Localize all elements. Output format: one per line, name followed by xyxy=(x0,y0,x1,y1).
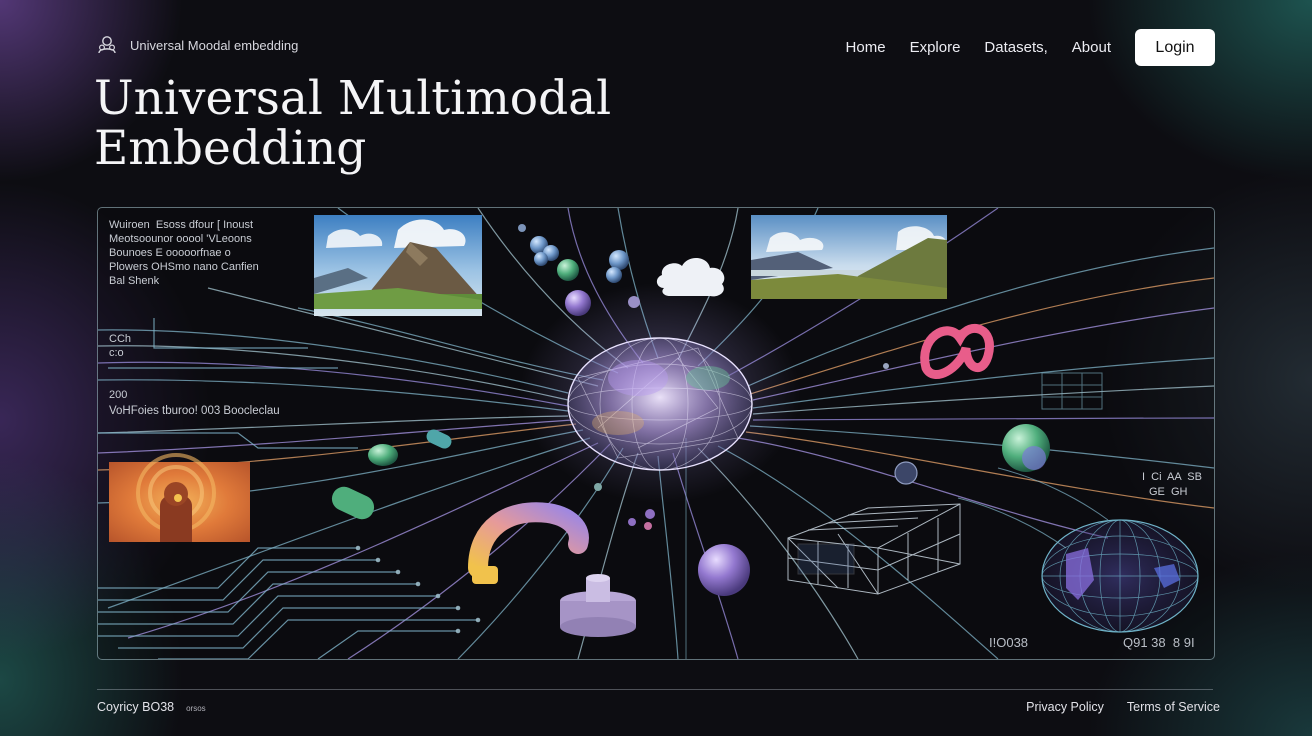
copyright-small: orsos xyxy=(186,704,206,713)
page-title: Universal Multimodal Embedding xyxy=(94,74,694,174)
visual-label: I Ci AA SB xyxy=(1142,471,1202,483)
abstract-sunset-image xyxy=(109,453,250,542)
nav-explore[interactable]: Explore xyxy=(910,39,961,56)
copyright-text: Coyricy BO38 xyxy=(97,700,175,714)
visual-label: Q91 38 8 9I xyxy=(1123,635,1195,650)
landscape-image-1 xyxy=(314,215,482,316)
nav-datasets[interactable]: Datasets, xyxy=(984,39,1047,56)
visual-label: VoHFoies tburoo! 003 Boocleclau xyxy=(109,405,280,417)
wireframe-cube xyxy=(787,503,961,595)
nav-about[interactable]: About xyxy=(1072,39,1111,56)
audio-waveform-top xyxy=(972,215,1212,325)
privacy-policy-link[interactable]: Privacy Policy xyxy=(1026,700,1104,714)
visual-label: GE GH xyxy=(1149,486,1188,498)
login-button[interactable]: Login xyxy=(1135,29,1215,66)
users-icon xyxy=(98,36,116,54)
page: Universal Moodal embedding Home Explore … xyxy=(0,0,1312,736)
visual-label: 200 xyxy=(109,389,128,401)
landscape-image-2 xyxy=(751,215,947,299)
footer-links: Privacy Policy Terms of Service xyxy=(1026,700,1220,714)
visual-label: CCh c:o xyxy=(109,333,132,359)
wireframe-globe xyxy=(1041,519,1199,633)
visual-caption-text: Wuiroen Esoss dfour [ Inoust Meotsoounor… xyxy=(109,219,259,287)
top-nav: Home Explore Datasets, About Login xyxy=(846,29,1215,66)
title-line-1: Universal Multimodal xyxy=(94,71,612,126)
nav-home[interactable]: Home xyxy=(846,39,886,56)
terms-of-service-link[interactable]: Terms of Service xyxy=(1127,700,1220,714)
brand[interactable]: Universal Moodal embedding xyxy=(96,34,298,56)
copyright: Coyricy BO38 orsos xyxy=(97,700,206,714)
audio-waveform-left xyxy=(256,351,362,397)
embedding-visual: Wuiroen Esoss dfour [ Inoust Meotsoounor… xyxy=(97,207,1215,660)
audio-waveform-right xyxy=(1092,352,1214,416)
footer-divider xyxy=(97,689,1213,690)
central-embedding-sphere xyxy=(567,337,753,471)
grid-panel xyxy=(1041,372,1103,410)
visual-label: I!O038 xyxy=(989,635,1029,650)
brand-name: Universal Moodal embedding xyxy=(130,37,299,53)
title-line-2: Embedding xyxy=(94,121,367,176)
